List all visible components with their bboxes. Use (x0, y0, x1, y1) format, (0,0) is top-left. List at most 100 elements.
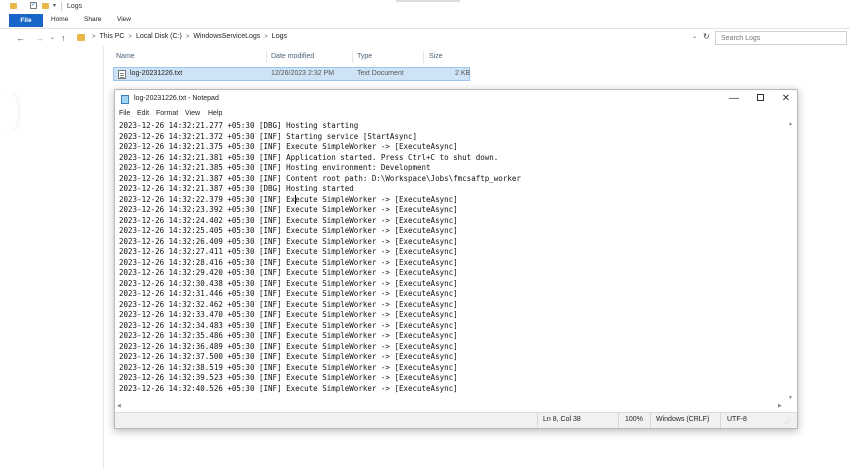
log-line: 2023-12-26 14:32:21.375 +05:30 [INF] Exe… (119, 142, 458, 151)
log-line: 2023-12-26 14:32:26.409 +05:30 [INF] Exe… (119, 236, 458, 246)
tab-file[interactable]: File (9, 14, 43, 27)
log-line: 2023-12-26 14:32:39.523 +05:30 [INF] Exe… (119, 373, 458, 382)
log-line: 2023-12-26 14:32:40.526 +05:30 [INF] Exe… (119, 383, 458, 393)
folder-icon (77, 34, 85, 41)
notepad-window: log-20231226.txt - Notepad — ✕ File Edit… (114, 89, 798, 429)
cursor-position: Ln 8, Col 38 (543, 416, 581, 423)
line-ending: Windows (CRLF) (656, 416, 710, 423)
breadcrumb-this-pc[interactable]: This PC (100, 33, 125, 40)
scroll-down-icon[interactable]: ▼ (788, 395, 793, 401)
log-line: 2023-12-26 14:32:30.438 +05:30 [INF] Exe… (119, 278, 458, 288)
folder-icon (10, 3, 17, 9)
menu-bar: File Edit Format View Help (115, 109, 797, 120)
minimize-button[interactable]: — (721, 92, 747, 106)
up-arrow-icon[interactable]: ↑ (61, 31, 66, 45)
log-line: 2023-12-26 14:32:32.462 +05:30 [INF] Exe… (119, 299, 458, 309)
log-line: 2023-12-26 14:32:29.420 +05:30 [INF] Exe… (119, 268, 458, 277)
log-line: 2023-12-26 14:32:31.446 +05:30 [INF] Exe… (119, 289, 458, 298)
breadcrumb-logs[interactable]: Logs (272, 33, 287, 40)
scroll-up-icon[interactable]: ▲ (788, 121, 793, 127)
search-input[interactable] (721, 32, 846, 44)
log-line: 2023-12-26 14:32:21.385 +05:30 [INF] Hos… (119, 163, 431, 172)
log-line: 2023-12-26 14:32:36.489 +05:30 [INF] Exe… (119, 341, 458, 351)
menu-format[interactable]: Format (156, 110, 178, 117)
forward-arrow-icon[interactable]: → (35, 31, 44, 45)
log-line: 2023-12-26 14:32:22.379 +05:30 [INF] Exe… (119, 194, 458, 204)
new-folder-icon[interactable] (42, 3, 49, 9)
explorer-title: Logs (67, 3, 83, 10)
navigation-bar: ← → ⌄ ↑ > This PC > Local Disk (C:) > Windows… (0, 30, 850, 46)
log-line: 2023-12-26 14:32:24.402 +05:30 [INF] Exe… (119, 215, 458, 225)
chevron-right-icon[interactable]: > (128, 34, 132, 40)
file-row[interactable]: log-20231226.txt 12/26/2023 2:32 PM Text… (113, 67, 470, 81)
menu-view[interactable]: View (185, 110, 200, 117)
chevron-right-icon: > (92, 34, 96, 40)
file-size: 2 KB (455, 70, 471, 77)
notepad-icon (121, 95, 129, 104)
log-line: 2023-12-26 14:32:21.381 +05:30 [INF] App… (119, 152, 499, 162)
log-line: 2023-12-26 14:32:27.411 +05:30 [INF] Exe… (119, 247, 458, 256)
log-line: 2023-12-26 14:32:21.387 +05:30 [INF] Con… (119, 173, 521, 183)
log-line: 2023-12-26 14:32:34.483 +05:30 [INF] Exe… (119, 320, 458, 330)
file-date-modified: 12/26/2023 2:32 PM (271, 70, 335, 77)
log-line: 2023-12-26 14:32:35.486 +05:30 [INF] Exe… (119, 331, 458, 340)
column-header-name[interactable]: Name (116, 53, 135, 60)
file-name: log-20231226.txt (130, 70, 183, 77)
breadcrumb-windowsservicelogs[interactable]: WindowsServiceLogs (193, 33, 260, 40)
address-bar[interactable]: > This PC > Local Disk (C:) > WindowsServiceL… (74, 31, 702, 45)
decorative-shape (0, 92, 18, 132)
tab-home[interactable]: Home (51, 16, 68, 23)
column-divider[interactable] (352, 51, 353, 63)
chevron-right-icon[interactable]: > (186, 34, 190, 40)
explorer-titlebar: ✓ ▾ Logs (0, 0, 850, 13)
breadcrumb-local-disk[interactable]: Local Disk (C:) (136, 33, 182, 40)
close-button[interactable]: ✕ (773, 92, 799, 106)
status-divider (720, 413, 721, 428)
status-divider (618, 413, 619, 428)
horizontal-scrollbar[interactable]: ◀ ▶ (115, 402, 787, 411)
scroll-right-icon[interactable]: ▶ (778, 403, 782, 409)
status-bar: Ln 8, Col 38 100% Windows (CRLF) UTF-8 ⋰ (115, 412, 797, 428)
log-line: 2023-12-26 14:32:28.416 +05:30 [INF] Exe… (119, 257, 458, 267)
zoom-level: 100% (625, 416, 643, 423)
file-type: Text Document (357, 70, 404, 77)
log-line: 2023-12-26 14:32:21.372 +05:30 [INF] Sta… (119, 131, 418, 141)
maximize-button[interactable] (747, 92, 773, 106)
column-header-size[interactable]: Size (429, 53, 443, 60)
address-dropdown-icon[interactable]: ⌄ (692, 33, 697, 40)
column-header-date-modified[interactable]: Date modified (271, 53, 314, 60)
menu-file[interactable]: File (119, 110, 130, 117)
text-file-icon (118, 70, 126, 79)
log-line: 2023-12-26 14:32:21.387 +05:30 [DBG] Hos… (119, 184, 354, 193)
column-header-type[interactable]: Type (357, 53, 372, 60)
menu-help[interactable]: Help (208, 110, 222, 117)
tab-share[interactable]: Share (84, 16, 101, 23)
column-headers: Name Date modified Type Size (113, 51, 473, 63)
status-divider (650, 413, 651, 428)
log-line: 2023-12-26 14:32:33.470 +05:30 [INF] Exe… (119, 310, 458, 319)
encoding: UTF-8 (727, 416, 747, 423)
log-line: 2023-12-26 14:32:21.277 +05:30 [DBG] Hos… (119, 121, 359, 130)
ribbon-tabs: File Home Share View (0, 13, 850, 29)
quick-access-dropdown-icon[interactable]: ▾ (53, 2, 56, 9)
properties-check-icon[interactable]: ✓ (30, 2, 37, 9)
breadcrumb: > This PC > Local Disk (C:) > WindowsServiceL… (88, 33, 287, 40)
refresh-icon[interactable]: ↻ (703, 32, 710, 42)
text-editor[interactable]: 2023-12-26 14:32:21.277 +05:30 [DBG] Hos… (115, 120, 787, 402)
resize-grip-icon[interactable]: ⋰ (785, 418, 791, 425)
log-line: 2023-12-26 14:32:23.392 +05:30 [INF] Exe… (119, 205, 458, 214)
menu-edit[interactable]: Edit (137, 110, 149, 117)
column-divider[interactable] (423, 51, 424, 63)
search-box[interactable] (715, 31, 847, 45)
column-divider[interactable] (266, 51, 267, 63)
maximize-icon (756, 94, 764, 101)
chevron-right-icon[interactable]: > (264, 34, 268, 40)
scroll-left-icon[interactable]: ◀ (117, 403, 121, 409)
recent-locations-dropdown-icon[interactable]: ⌄ (50, 31, 55, 45)
vertical-scrollbar[interactable]: ▲ ▼ (787, 120, 797, 402)
log-line: 2023-12-26 14:32:37.500 +05:30 [INF] Exe… (119, 352, 458, 361)
log-line: 2023-12-26 14:32:38.519 +05:30 [INF] Exe… (119, 362, 458, 372)
tab-view[interactable]: View (117, 16, 131, 23)
back-arrow-icon[interactable]: ← (16, 31, 25, 45)
notepad-titlebar[interactable]: log-20231226.txt - Notepad — ✕ (115, 90, 797, 108)
